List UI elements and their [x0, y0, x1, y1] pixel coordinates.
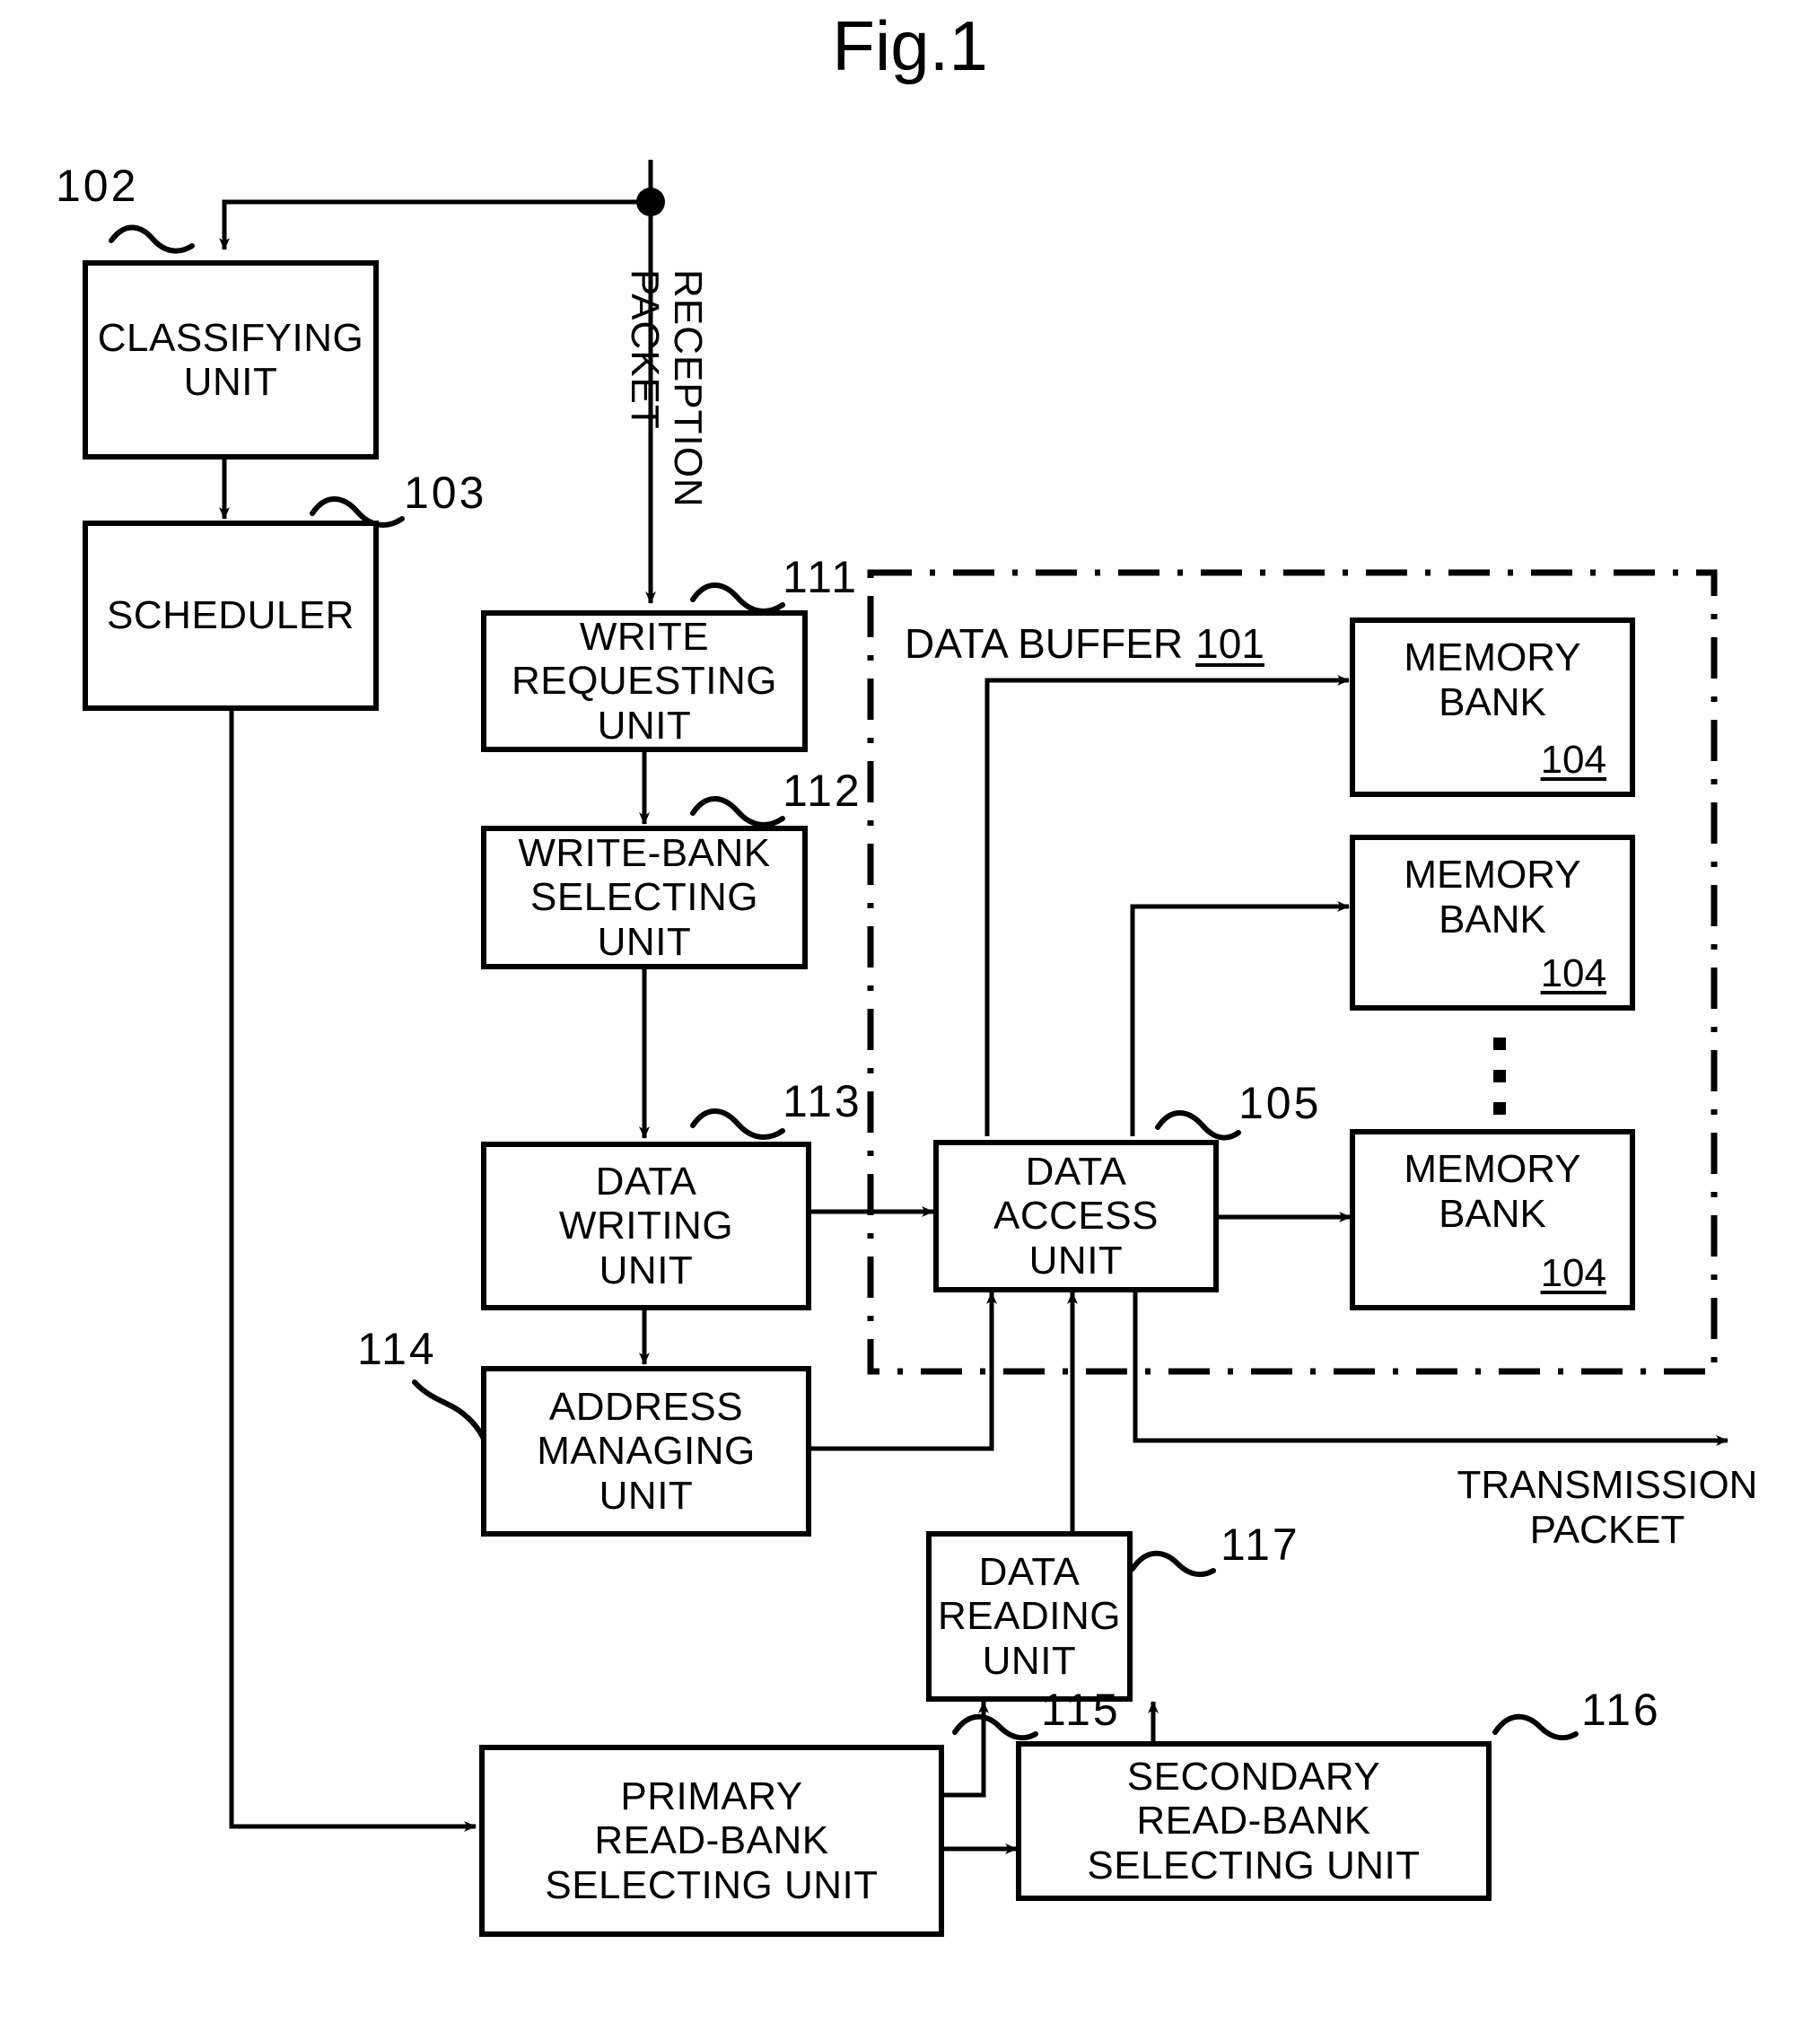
block-classifying-unit-label: CLASSIFYING UNIT	[97, 315, 364, 404]
block-data-reading-unit-label: DATA READING UNIT	[938, 1550, 1121, 1683]
ref-number-113: 113	[783, 1076, 862, 1126]
block-address-managing-unit[interactable]: ADDRESS MANAGING UNIT	[481, 1366, 811, 1537]
block-data-access-unit[interactable]: DATA ACCESS UNIT	[933, 1140, 1219, 1292]
ref-number-115: 115	[1041, 1685, 1121, 1735]
block-write-requesting-unit-label: WRITE REQUESTING UNIT	[512, 615, 777, 748]
data-buffer-ref: 101	[1195, 620, 1264, 667]
block-secondary-read-bank-selecting-unit[interactable]: SECONDARY READ-BANK SELECTING UNIT	[1016, 1741, 1492, 1901]
ref-number-105: 105	[1238, 1078, 1322, 1128]
block-data-writing-unit-label: DATA WRITING UNIT	[558, 1160, 734, 1292]
transmission-packet-label: TRANSMISSION PACKET	[1457, 1463, 1758, 1553]
memory-bank-2-label: MEMORY BANK	[1404, 853, 1581, 942]
ref-number-112: 112	[783, 766, 862, 816]
block-scheduler-label: SCHEDULER	[107, 593, 354, 638]
memory-bank-1[interactable]: MEMORY BANK 104	[1350, 617, 1635, 797]
memory-bank-2[interactable]: MEMORY BANK 104	[1350, 835, 1635, 1011]
block-write-requesting-unit[interactable]: WRITE REQUESTING UNIT	[481, 610, 808, 752]
data-buffer-label-text: DATA BUFFER	[905, 620, 1184, 667]
block-data-access-unit-label: DATA ACCESS UNIT	[993, 1150, 1159, 1283]
memory-bank-3-label: MEMORY BANK	[1404, 1147, 1581, 1237]
ellipsis-dots	[1493, 1038, 1506, 1115]
ref-number-117: 117	[1221, 1519, 1300, 1570]
figure-page: Fig.1 CLASSIFYING UNIT 102 SCHEDULER 103…	[0, 0, 1820, 2023]
reception-packet-label: RECEPTION PACKET	[622, 269, 710, 508]
data-buffer-label: DATA BUFFER 101	[905, 619, 1264, 668]
ref-number-103: 103	[404, 468, 487, 518]
block-primary-read-bank-selecting-unit-label: PRIMARY READ-BANK SELECTING UNIT	[545, 1774, 879, 1907]
block-data-reading-unit[interactable]: DATA READING UNIT	[926, 1531, 1133, 1702]
memory-bank-3[interactable]: MEMORY BANK 104	[1350, 1129, 1635, 1310]
block-secondary-read-bank-selecting-unit-label: SECONDARY READ-BANK SELECTING UNIT	[1087, 1755, 1421, 1887]
block-primary-read-bank-selecting-unit[interactable]: PRIMARY READ-BANK SELECTING UNIT	[479, 1745, 944, 1937]
block-address-managing-unit-label: ADDRESS MANAGING UNIT	[537, 1385, 756, 1518]
block-write-bank-selecting-unit[interactable]: WRITE-BANK SELECTING UNIT	[481, 826, 808, 969]
memory-bank-2-ref: 104	[1540, 951, 1606, 995]
memory-bank-1-ref: 104	[1540, 738, 1606, 782]
ref-number-111: 111	[783, 552, 860, 602]
ref-number-114: 114	[357, 1324, 437, 1374]
block-data-writing-unit[interactable]: DATA WRITING UNIT	[481, 1142, 811, 1310]
ref-number-102: 102	[56, 161, 139, 211]
memory-bank-1-label: MEMORY BANK	[1404, 635, 1581, 725]
block-scheduler[interactable]: SCHEDULER	[83, 521, 379, 711]
memory-bank-3-ref: 104	[1540, 1251, 1606, 1295]
block-classifying-unit[interactable]: CLASSIFYING UNIT	[83, 260, 379, 460]
ref-number-116: 116	[1581, 1685, 1661, 1735]
block-write-bank-selecting-unit-label: WRITE-BANK SELECTING UNIT	[518, 831, 771, 964]
